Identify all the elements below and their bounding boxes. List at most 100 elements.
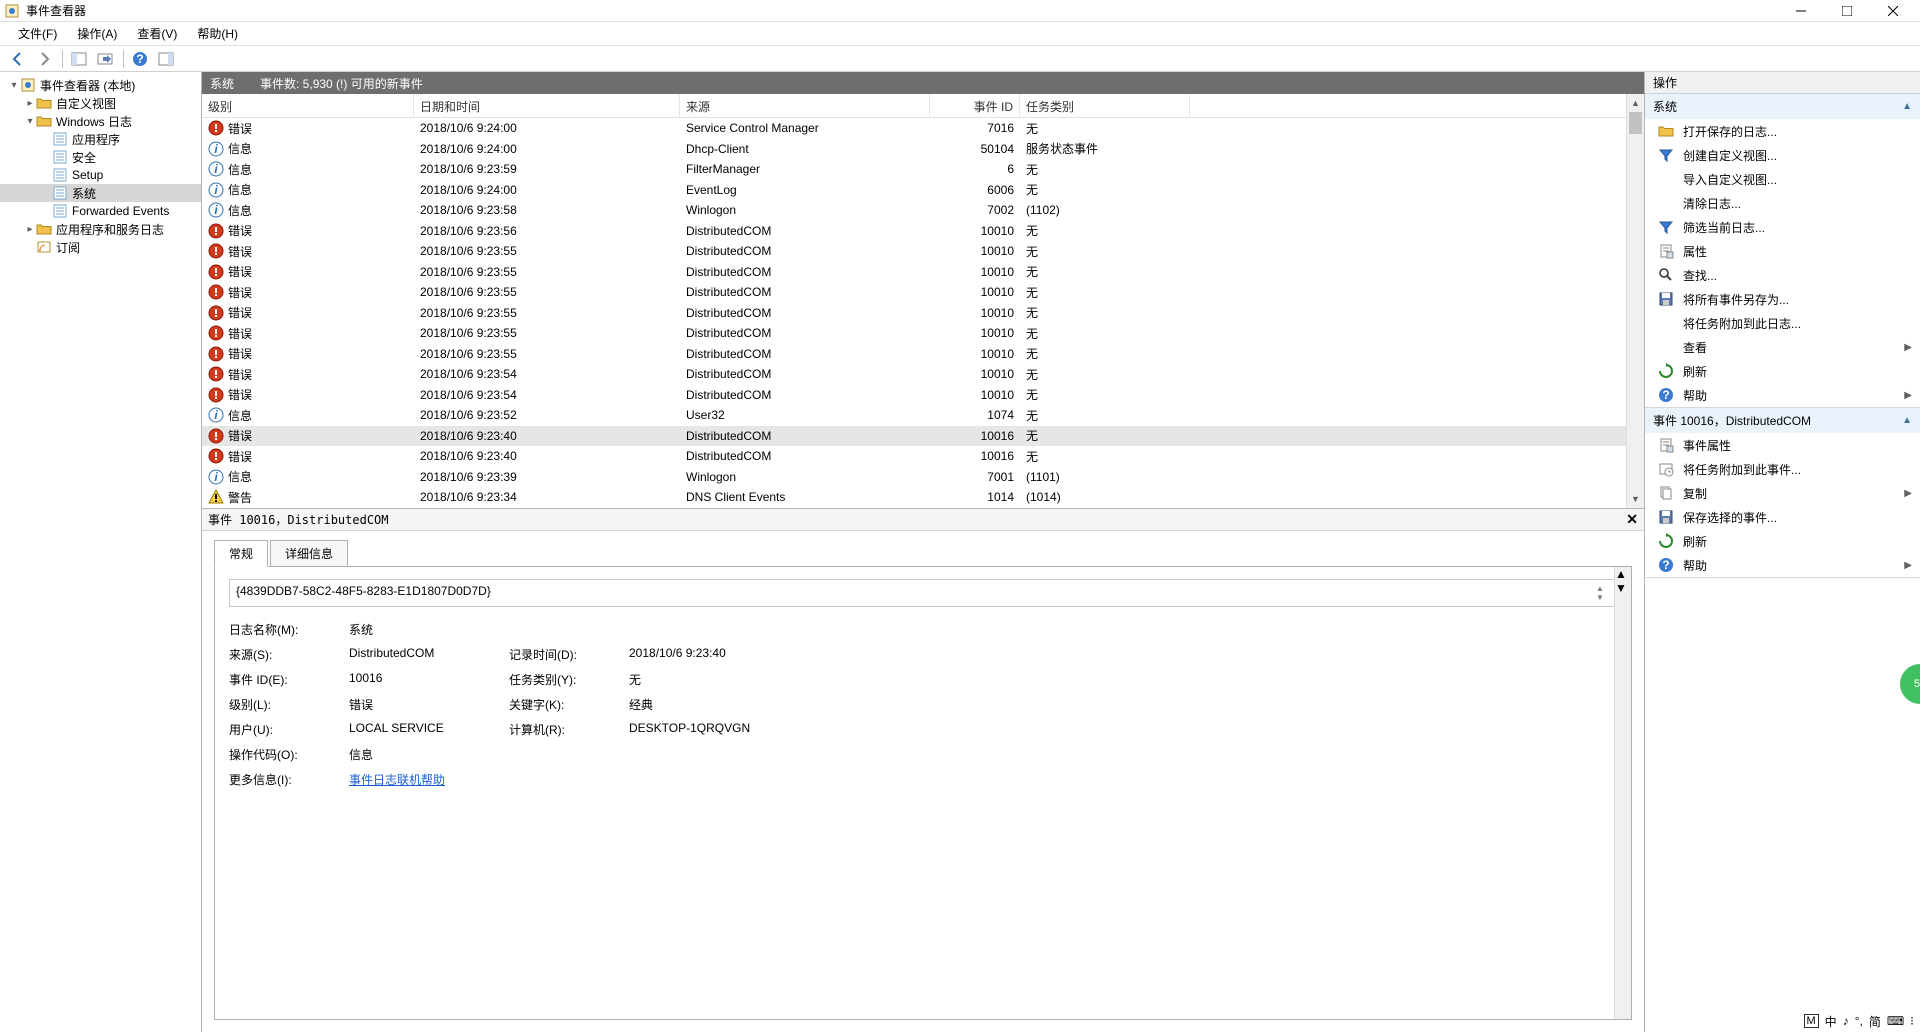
event-row[interactable]: 错误2018/10/6 9:23:56DistributedCOM10010无 xyxy=(202,221,1626,242)
ime-keyboard-icon[interactable]: ⌨ xyxy=(1887,1014,1904,1028)
event-row[interactable]: 错误2018/10/6 9:23:55DistributedCOM10010无 xyxy=(202,262,1626,283)
scroll-up-icon[interactable]: ▲ xyxy=(1615,567,1631,581)
tree-root[interactable]: ▾ 事件查看器 (本地) xyxy=(0,76,201,94)
tab-general[interactable]: 常规 xyxy=(214,540,268,567)
tree-custom-views[interactable]: ▸ 自定义视图 xyxy=(0,94,201,112)
action-refresh-event[interactable]: 刷新 xyxy=(1645,529,1920,553)
collapse-icon[interactable]: ▲ xyxy=(1902,415,1912,426)
tree-security[interactable]: 安全 xyxy=(0,148,201,166)
menu-help[interactable]: 帮助(H) xyxy=(187,22,248,45)
event-row[interactable]: 错误2018/10/6 9:24:00Service Control Manag… xyxy=(202,118,1626,139)
spin-icon[interactable]: ▲▼ xyxy=(1596,584,1610,602)
tree-system[interactable]: 系统 xyxy=(0,184,201,202)
tree-application[interactable]: 应用程序 xyxy=(0,130,201,148)
tree-forwarded[interactable]: Forwarded Events xyxy=(0,202,201,220)
action-help-event[interactable]: 帮助▶ xyxy=(1645,553,1920,577)
tab-details[interactable]: 详细信息 xyxy=(270,540,348,567)
scroll-down-icon[interactable]: ▼ xyxy=(1627,491,1644,508)
event-row[interactable]: 错误2018/10/6 9:23:55DistributedCOM10010无 xyxy=(202,241,1626,262)
event-row[interactable]: 信息2018/10/6 9:24:00Dhcp-Client50104服务状态事… xyxy=(202,139,1626,160)
close-button[interactable] xyxy=(1870,0,1916,22)
ime-simp[interactable]: 简 xyxy=(1869,1013,1881,1030)
menu-view[interactable]: 查看(V) xyxy=(127,22,187,45)
action-view[interactable]: 查看▶ xyxy=(1645,335,1920,359)
toolbar-export[interactable] xyxy=(93,48,117,70)
event-row[interactable]: 错误2018/10/6 9:23:40DistributedCOM10016无 xyxy=(202,426,1626,447)
event-row[interactable]: 信息2018/10/6 9:23:39Winlogon7001(1101) xyxy=(202,467,1626,488)
toolbar-help[interactable] xyxy=(128,48,152,70)
action-open-saved-log[interactable]: 打开保存的日志... xyxy=(1645,119,1920,143)
action-event-properties[interactable]: 事件属性 xyxy=(1645,433,1920,457)
menu-file[interactable]: 文件(F) xyxy=(8,22,67,45)
column-eventid[interactable]: 事件 ID xyxy=(930,94,1020,117)
column-level[interactable]: 级别 xyxy=(202,94,414,117)
expand-icon[interactable]: ▸ xyxy=(24,98,36,109)
ime-music-icon[interactable]: ♪ xyxy=(1843,1014,1849,1028)
tree-apps-services[interactable]: ▸ 应用程序和服务日志 xyxy=(0,220,201,238)
action-clear-log[interactable]: 清除日志... xyxy=(1645,191,1920,215)
event-row[interactable]: 错误2018/10/6 9:23:55DistributedCOM10010无 xyxy=(202,282,1626,303)
row-eventid: 10010 xyxy=(930,224,1020,238)
action-filter-current-log[interactable]: 筛选当前日志... xyxy=(1645,215,1920,239)
action-save-selected[interactable]: 保存选择的事件... xyxy=(1645,505,1920,529)
ime-punct-icon[interactable]: °, xyxy=(1855,1014,1863,1028)
column-source[interactable]: 来源 xyxy=(680,94,930,117)
menu-action[interactable]: 操作(A) xyxy=(67,22,127,45)
event-row[interactable]: 信息2018/10/6 9:23:59FilterManager6无 xyxy=(202,159,1626,180)
action-help[interactable]: 帮助▶ xyxy=(1645,383,1920,407)
moreinfo-link[interactable]: 事件日志联机帮助 xyxy=(349,771,499,788)
event-row[interactable]: 警告2018/10/6 9:23:34DNS Client Events1014… xyxy=(202,487,1626,508)
column-category[interactable]: 任务类别 xyxy=(1020,94,1190,117)
row-eventid: 7001 xyxy=(930,470,1020,484)
action-save-all-events[interactable]: 将所有事件另存为... xyxy=(1645,287,1920,311)
navigation-tree[interactable]: ▾ 事件查看器 (本地) ▸ 自定义视图 ▾ Windows 日志 应用程序 安… xyxy=(0,72,202,1032)
minimize-button[interactable] xyxy=(1778,0,1824,22)
action-attach-task-event[interactable]: 将任务附加到此事件... xyxy=(1645,457,1920,481)
event-row[interactable]: 错误2018/10/6 9:23:54DistributedCOM10010无 xyxy=(202,364,1626,385)
action-find[interactable]: 查找... xyxy=(1645,263,1920,287)
event-row[interactable]: 错误2018/10/6 9:23:55DistributedCOM10010无 xyxy=(202,344,1626,365)
toolbar-panel[interactable] xyxy=(154,48,178,70)
event-row[interactable]: 错误2018/10/6 9:23:54DistributedCOM10010无 xyxy=(202,385,1626,406)
event-row[interactable]: 错误2018/10/6 9:23:40DistributedCOM10016无 xyxy=(202,446,1626,467)
toolbar-back[interactable] xyxy=(6,48,30,70)
action-refresh[interactable]: 刷新 xyxy=(1645,359,1920,383)
action-attach-task-log[interactable]: 将任务附加到此日志... xyxy=(1645,311,1920,335)
toolbar-show-hide-tree[interactable] xyxy=(67,48,91,70)
action-import-custom-view[interactable]: 导入自定义视图... xyxy=(1645,167,1920,191)
event-row[interactable]: 错误2018/10/6 9:23:55DistributedCOM10010无 xyxy=(202,323,1626,344)
action-create-custom-view[interactable]: 创建自定义视图... xyxy=(1645,143,1920,167)
tree-setup[interactable]: Setup xyxy=(0,166,201,184)
scroll-up-icon[interactable]: ▲ xyxy=(1627,94,1644,111)
ime-settings-icon[interactable]: ⁝ xyxy=(1910,1014,1914,1028)
collapse-icon[interactable]: ▲ xyxy=(1902,101,1912,112)
actions-group-header[interactable]: 事件 10016，DistributedCOM ▲ xyxy=(1645,408,1920,433)
ime-mode-icon[interactable]: M xyxy=(1804,1014,1819,1028)
tree-windows-logs[interactable]: ▾ Windows 日志 xyxy=(0,112,201,130)
action-properties[interactable]: 属性 xyxy=(1645,239,1920,263)
row-source: DistributedCOM xyxy=(680,449,930,463)
event-row[interactable]: 错误2018/10/6 9:23:55DistributedCOM10010无 xyxy=(202,303,1626,324)
event-scrollbar[interactable]: ▲ ▼ xyxy=(1626,94,1644,508)
detail-scrollbar[interactable]: ▲ ▼ xyxy=(1614,567,1631,1020)
maximize-button[interactable] xyxy=(1824,0,1870,22)
row-level: 错误 xyxy=(228,448,252,465)
column-datetime[interactable]: 日期和时间 xyxy=(414,94,680,117)
row-level: 错误 xyxy=(228,366,252,383)
expand-icon[interactable]: ▾ xyxy=(8,80,20,91)
actions-group-event: 事件 10016，DistributedCOM ▲ 事件属性 将任务附加到此事件… xyxy=(1645,408,1920,578)
action-copy[interactable]: 复制▶ xyxy=(1645,481,1920,505)
detail-close-button[interactable]: ✕ xyxy=(1626,511,1638,528)
row-category: 无 xyxy=(1020,448,1190,465)
toolbar-forward[interactable] xyxy=(32,48,56,70)
event-row[interactable]: 信息2018/10/6 9:23:58Winlogon7002(1102) xyxy=(202,200,1626,221)
tree-subscriptions[interactable]: 订阅 xyxy=(0,238,201,256)
event-row[interactable]: 信息2018/10/6 9:23:52User321074无 xyxy=(202,405,1626,426)
event-row[interactable]: 信息2018/10/6 9:24:00EventLog6006无 xyxy=(202,180,1626,201)
scroll-thumb[interactable] xyxy=(1629,112,1642,134)
ime-lang[interactable]: 中 xyxy=(1825,1013,1837,1030)
expand-icon[interactable]: ▸ xyxy=(24,224,36,235)
actions-group-header[interactable]: 系统 ▲ xyxy=(1645,94,1920,119)
scroll-down-icon[interactable]: ▼ xyxy=(1615,581,1631,595)
expand-icon[interactable]: ▾ xyxy=(24,116,36,127)
